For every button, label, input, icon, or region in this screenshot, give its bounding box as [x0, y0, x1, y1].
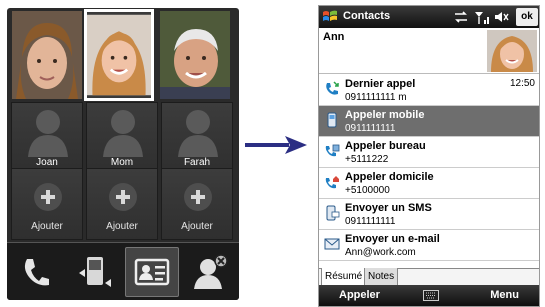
action-send-email[interactable]: Envoyer un e-mail Ann@work.com [319, 230, 539, 261]
action-title: Envoyer un e-mail [345, 233, 440, 245]
favorite-photo-woman[interactable] [84, 9, 154, 101]
softkey-bar: Appeler Menu [319, 285, 539, 306]
favorite-slot-joan[interactable]: Joan [11, 102, 83, 174]
add-label: Ajouter [181, 221, 213, 232]
action-title: Envoyer un SMS [345, 202, 432, 214]
volume-icon [495, 12, 509, 22]
favorite-photo-older-man[interactable] [160, 11, 230, 99]
tab-strip: Résumé Notes [319, 268, 539, 286]
action-subtitle: Ann@work.com [345, 247, 416, 258]
plus-icon [184, 183, 212, 211]
phone-icon [24, 259, 49, 286]
plus-icon [34, 183, 62, 211]
call-history-button[interactable] [67, 247, 121, 297]
favorite-slot-farah[interactable]: Farah [161, 102, 233, 174]
status-bar: Contacts ok [319, 6, 539, 28]
screen-title: Contacts [343, 10, 391, 22]
call-history-icon [79, 257, 111, 287]
action-subtitle: 0911111111 [345, 216, 396, 227]
action-subtitle: 0911111111 [345, 123, 396, 134]
person-silhouette-icon [103, 110, 143, 157]
action-last-call[interactable]: Dernier appel 0911111111 m 12:50 [319, 75, 539, 106]
status-indicators[interactable] [453, 9, 513, 25]
favorite-name: Farah [183, 157, 211, 168]
home-phone-icon [325, 176, 339, 189]
right-arrow-icon [245, 136, 307, 154]
tab-notes[interactable]: Notes [364, 268, 399, 286]
windows-start-icon[interactable] [321, 8, 339, 26]
tab-summary[interactable]: Résumé [321, 268, 367, 286]
action-title: Appeler domicile [345, 171, 434, 183]
ok-button[interactable]: ok [516, 8, 538, 26]
person-silhouette-icon [28, 110, 68, 157]
favorite-name: Mom [110, 157, 134, 168]
contact-name: Ann [323, 31, 345, 43]
plus-icon [109, 183, 137, 211]
add-favorite-slot[interactable]: Ajouter [86, 168, 158, 240]
contact-card-icon [134, 258, 170, 286]
action-call-work[interactable]: Appeler bureau +5111222 [319, 137, 539, 168]
favorites-screen: Joan Mom Farah Ajouter Ajouter Ajouter [7, 8, 239, 300]
action-time: 12:50 [509, 78, 535, 89]
email-icon [324, 238, 340, 250]
action-subtitle: +5100000 [345, 185, 390, 196]
action-call-home[interactable]: Appeler domicile +5100000 [319, 168, 539, 199]
action-title: Appeler mobile [345, 109, 425, 121]
call-log-icon [326, 81, 339, 95]
contact-photo [487, 30, 537, 72]
add-label: Ajouter [106, 221, 138, 232]
contact-card-button[interactable] [125, 247, 179, 297]
action-call-mobile[interactable]: Appeler mobile 0911111111 [319, 106, 539, 137]
contact-action-list: Dernier appel 0911111111 m 12:50 Appeler… [319, 75, 539, 261]
action-title: Dernier appel [345, 78, 416, 90]
contact-header: Ann [319, 28, 539, 74]
favorite-name: Joan [36, 157, 58, 168]
mobile-phone-icon [327, 112, 337, 128]
keyboard-icon[interactable] [423, 290, 439, 301]
signal-icon [475, 12, 489, 24]
action-subtitle: +5111222 [345, 154, 389, 165]
remove-contact-icon [194, 254, 228, 289]
action-title: Appeler bureau [345, 140, 426, 152]
phone-button[interactable] [9, 247, 63, 297]
connectivity-icon [455, 11, 467, 23]
softkey-menu[interactable]: Menu [490, 289, 519, 301]
remove-contact-button[interactable] [183, 247, 237, 297]
favorite-slot-mom[interactable]: Mom [86, 102, 158, 174]
action-subtitle: 0911111111 m [345, 92, 407, 103]
softkey-call[interactable]: Appeler [339, 289, 380, 301]
action-send-sms[interactable]: Envoyer un SMS 0911111111 [319, 199, 539, 230]
add-favorite-slot[interactable]: Ajouter [161, 168, 233, 240]
bottom-toolbar [7, 242, 239, 300]
add-label: Ajouter [31, 221, 63, 232]
person-silhouette-icon [178, 110, 218, 157]
sms-icon [326, 205, 340, 221]
contact-details-screen: Contacts ok Ann Dernier appel 0911111111… [318, 5, 540, 307]
favorite-photo-man[interactable] [12, 11, 82, 99]
work-phone-icon [325, 144, 340, 157]
add-favorite-slot[interactable]: Ajouter [11, 168, 83, 240]
